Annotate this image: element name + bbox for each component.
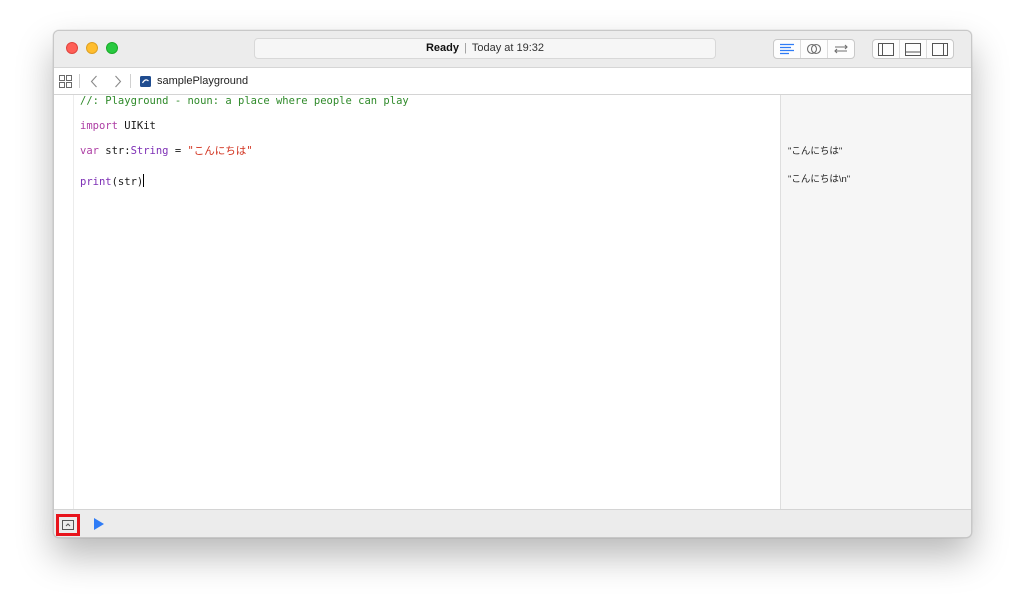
utilities-toggle-icon (932, 42, 948, 56)
forward-button[interactable] (114, 68, 122, 94)
code-arguments: (str) (111, 176, 144, 188)
results-sidebar: "こんにちは" "こんにちは\n" (780, 95, 971, 509)
view-toggle-group (872, 39, 954, 59)
file-name: samplePlayground (157, 75, 249, 87)
version-editor-button[interactable] (827, 40, 854, 58)
code-type: String (130, 145, 169, 157)
back-chevron-icon (90, 75, 97, 87)
zoom-window-button[interactable] (106, 42, 118, 54)
debug-area-toggle-icon (905, 42, 921, 56)
minimize-window-button[interactable] (86, 42, 98, 54)
code-keyword: import (80, 120, 118, 132)
source-editor[interactable]: //: Playground - noun: a place where peo… (54, 95, 780, 509)
navigator-toggle-icon (878, 42, 894, 56)
title-bar: Ready | Today at 19:32 (54, 31, 971, 68)
jump-bar-divider (130, 74, 131, 88)
standard-editor-icon (780, 43, 794, 55)
code-keyword: var (80, 145, 99, 157)
run-icon[interactable] (94, 518, 104, 530)
playground-window: Ready | Today at 19:32 samplePlayground … (53, 30, 972, 538)
assistant-editor-button[interactable] (800, 40, 827, 58)
jump-bar: samplePlayground (54, 68, 971, 95)
bottom-bar (54, 509, 971, 537)
assistant-editor-icon (806, 43, 822, 55)
debug-area-toggle-button[interactable] (899, 40, 926, 58)
code-line: //: Playground - noun: a place where peo… (80, 95, 409, 108)
activity-status: Ready | Today at 19:32 (254, 38, 716, 59)
editor-mode-group (773, 39, 855, 59)
related-items-icon (59, 74, 72, 88)
navigator-toggle-button[interactable] (873, 40, 899, 58)
version-editor-icon (834, 44, 848, 54)
code-line: import UIKit (80, 120, 156, 133)
code-module: UIKit (117, 120, 156, 132)
code-string: "こんにちは" (187, 145, 253, 157)
related-items-button[interactable] (59, 68, 72, 94)
file-breadcrumb[interactable]: samplePlayground (140, 68, 248, 94)
editor-gutter (54, 95, 74, 509)
utilities-toggle-button[interactable] (926, 40, 953, 58)
close-window-button[interactable] (66, 42, 78, 54)
show-debug-area-button[interactable] (56, 514, 80, 536)
back-button[interactable] (90, 68, 98, 94)
forward-chevron-icon (115, 75, 122, 87)
result-value[interactable]: "こんにちは\n" (788, 174, 850, 186)
show-debug-area-icon (62, 520, 74, 530)
code-identifier: str: (98, 145, 131, 157)
code-comment: //: Playground - noun: a place where peo… (80, 95, 409, 107)
result-value[interactable]: "こんにちは" (788, 146, 842, 158)
standard-editor-button[interactable] (774, 40, 800, 58)
status-time: Today at 19:32 (471, 42, 545, 54)
code-operator: = (168, 145, 188, 157)
text-cursor (143, 174, 145, 187)
playground-file-icon (140, 75, 151, 87)
code-function: print (80, 176, 112, 188)
code-line: var str:String = "こんにちは" (80, 145, 253, 158)
status-separator: | (464, 42, 467, 54)
jump-bar-divider (79, 74, 80, 88)
code-line: print(str) (80, 174, 145, 189)
status-state: Ready (425, 42, 459, 54)
